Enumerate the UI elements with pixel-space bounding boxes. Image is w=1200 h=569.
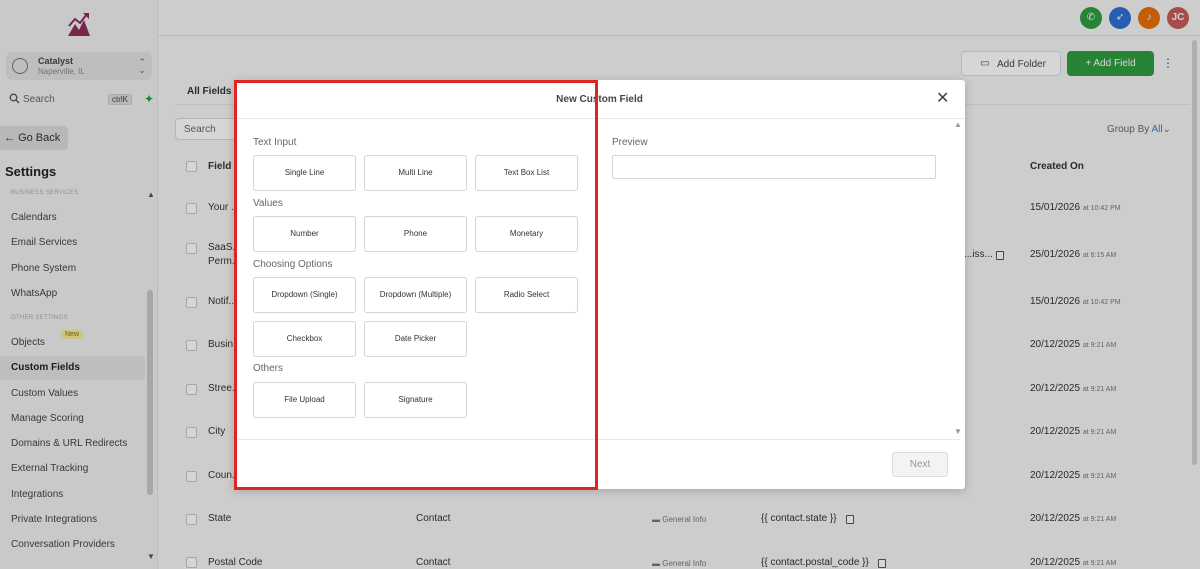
preview-label: Preview xyxy=(612,137,648,148)
scroll-up-icon[interactable]: ▲ xyxy=(954,120,962,129)
next-button[interactable]: Next xyxy=(892,452,948,477)
highlight-box xyxy=(234,80,598,490)
preview-field xyxy=(612,155,936,179)
scroll-down-icon[interactable]: ▼ xyxy=(954,427,962,436)
close-icon[interactable]: ✕ xyxy=(936,91,949,107)
